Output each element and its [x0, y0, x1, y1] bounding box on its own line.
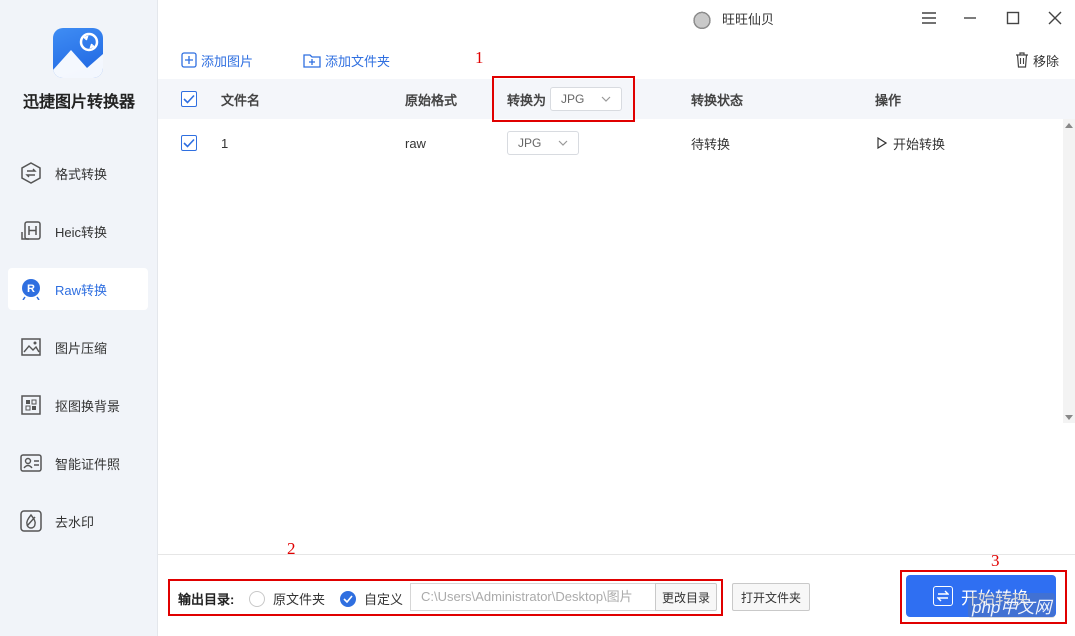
sidebar-item-label: 格式转换 — [55, 166, 108, 182]
open-folder-button[interactable]: 打开文件夹 — [732, 583, 810, 611]
sidebar-item-label: 去水印 — [55, 514, 95, 530]
row-format-select[interactable]: JPG — [507, 131, 579, 155]
output-directory-label: 输出目录: — [178, 592, 235, 607]
radio-custom[interactable]: 自定义 — [340, 589, 403, 608]
watermark-remove-icon — [20, 510, 42, 532]
sidebar-item-label: Heic转换 — [55, 224, 108, 240]
user-profile[interactable]: 旺旺仙贝 — [690, 6, 774, 30]
radio-custom-circle — [340, 590, 356, 607]
hamburger-icon — [922, 12, 936, 24]
heic-icon — [20, 220, 42, 242]
id-photo-icon — [20, 452, 42, 474]
add-folder-label: 添加文件夹 — [325, 53, 391, 69]
sidebar-item-heic[interactable]: Heic转换 — [8, 210, 148, 252]
close-button[interactable] — [1043, 6, 1067, 30]
row-format-value: JPG — [518, 136, 542, 150]
convert-all-format-select[interactable]: JPG — [550, 87, 623, 111]
remove-button[interactable]: 移除 — [1015, 50, 1059, 70]
row-filename: 1 — [221, 135, 229, 151]
image-compress-icon — [20, 336, 42, 358]
table-header: 文件名 原始格式 转换为 JPG 转换状态 操作 — [158, 79, 1075, 119]
header-convert-to: 转换为 JPG — [507, 79, 623, 119]
check-icon — [343, 594, 353, 603]
arrow-up-icon — [1065, 122, 1073, 128]
maximize-button[interactable] — [1001, 6, 1025, 30]
sidebar-item-label: 图片压缩 — [55, 340, 108, 356]
scroll-down-arrow[interactable] — [1063, 411, 1075, 423]
row-status: 待转换 — [691, 136, 731, 152]
select-all-checkbox-cell — [181, 79, 197, 119]
add-image-button[interactable]: 添加图片 — [181, 50, 253, 70]
sidebar-item-cutout[interactable]: 抠图换背景 — [8, 384, 148, 426]
row-format-select-cell: JPG — [507, 121, 579, 165]
radio-original-folder-circle — [249, 590, 265, 607]
header-status: 转换状态 — [691, 92, 744, 108]
cutout-icon — [20, 394, 42, 416]
sidebar-item-label: 抠图换背景 — [55, 398, 121, 414]
output-path-input[interactable]: C:\Users\Administrator\Desktop\图片 — [410, 583, 655, 611]
sidebar: 迅捷图片转换器 格式转换 Heic转换 R Raw转换 图片压缩 抠图换背景 智… — [0, 0, 158, 636]
row-original-format: raw — [405, 135, 426, 151]
sidebar-item-image-compress[interactable]: 图片压缩 — [8, 326, 148, 368]
raw-icon: R — [20, 278, 42, 300]
format-convert-icon — [20, 162, 42, 184]
sidebar-item-format-convert[interactable]: 格式转换 — [8, 152, 148, 194]
table-row: 1 raw JPG 待转换 开始转换 — [158, 121, 1063, 165]
maximize-icon — [1006, 11, 1020, 25]
sidebar-item-watermark-remove[interactable]: 去水印 — [8, 500, 148, 542]
chevron-down-icon — [601, 96, 611, 102]
watermark: php中文网 — [968, 593, 1056, 618]
arrow-down-icon — [1065, 414, 1073, 420]
annotation-number-1: 1 — [475, 48, 484, 67]
header-original-format: 原始格式 — [405, 92, 458, 108]
remove-label: 移除 — [1032, 53, 1059, 69]
trash-icon — [1015, 52, 1028, 68]
radio-original-folder[interactable]: 原文件夹 — [249, 589, 325, 608]
minimize-icon — [964, 17, 976, 19]
row-start-convert-link[interactable]: 开始转换 — [877, 121, 945, 165]
sidebar-item-id-photo[interactable]: 智能证件照 — [8, 442, 148, 484]
check-icon — [183, 138, 195, 148]
header-action: 操作 — [875, 92, 902, 108]
scroll-up-arrow[interactable] — [1063, 119, 1075, 131]
sidebar-item-label: 智能证件照 — [55, 456, 121, 472]
app-title: 迅捷图片转换器 — [22, 94, 135, 111]
annotation-number-2: 2 — [287, 539, 296, 558]
app-logo — [53, 28, 103, 78]
annotation-number-3: 3 — [991, 551, 1000, 570]
sidebar-item-label: Raw转换 — [55, 282, 108, 298]
svg-text:R: R — [27, 283, 35, 295]
row-checkbox-cell — [181, 121, 197, 165]
add-image-label: 添加图片 — [201, 53, 254, 69]
play-icon — [877, 137, 887, 149]
close-icon — [1048, 11, 1062, 25]
header-convert-to-label: 转换为 — [507, 92, 547, 108]
sidebar-item-raw[interactable]: R Raw转换 — [8, 268, 148, 310]
table-scrollbar[interactable] — [1063, 119, 1075, 423]
check-icon — [183, 94, 195, 104]
convert-icon — [933, 586, 953, 606]
add-image-icon — [181, 52, 197, 68]
add-folder-button[interactable]: 添加文件夹 — [303, 50, 390, 70]
add-folder-icon — [303, 54, 321, 68]
select-all-checkbox[interactable] — [181, 91, 197, 107]
row-action-label: 开始转换 — [893, 136, 946, 152]
menu-button[interactable] — [917, 6, 941, 30]
user-name: 旺旺仙贝 — [722, 11, 775, 27]
avatar — [690, 6, 714, 30]
minimize-button[interactable] — [958, 6, 982, 30]
radio-original-folder-label: 原文件夹 — [273, 592, 326, 607]
chevron-down-icon — [558, 140, 568, 146]
convert-all-format-value: JPG — [561, 92, 585, 106]
radio-custom-label: 自定义 — [364, 592, 404, 607]
header-filename: 文件名 — [221, 92, 261, 108]
row-checkbox[interactable] — [181, 135, 197, 151]
change-directory-button[interactable]: 更改目录 — [655, 583, 717, 611]
